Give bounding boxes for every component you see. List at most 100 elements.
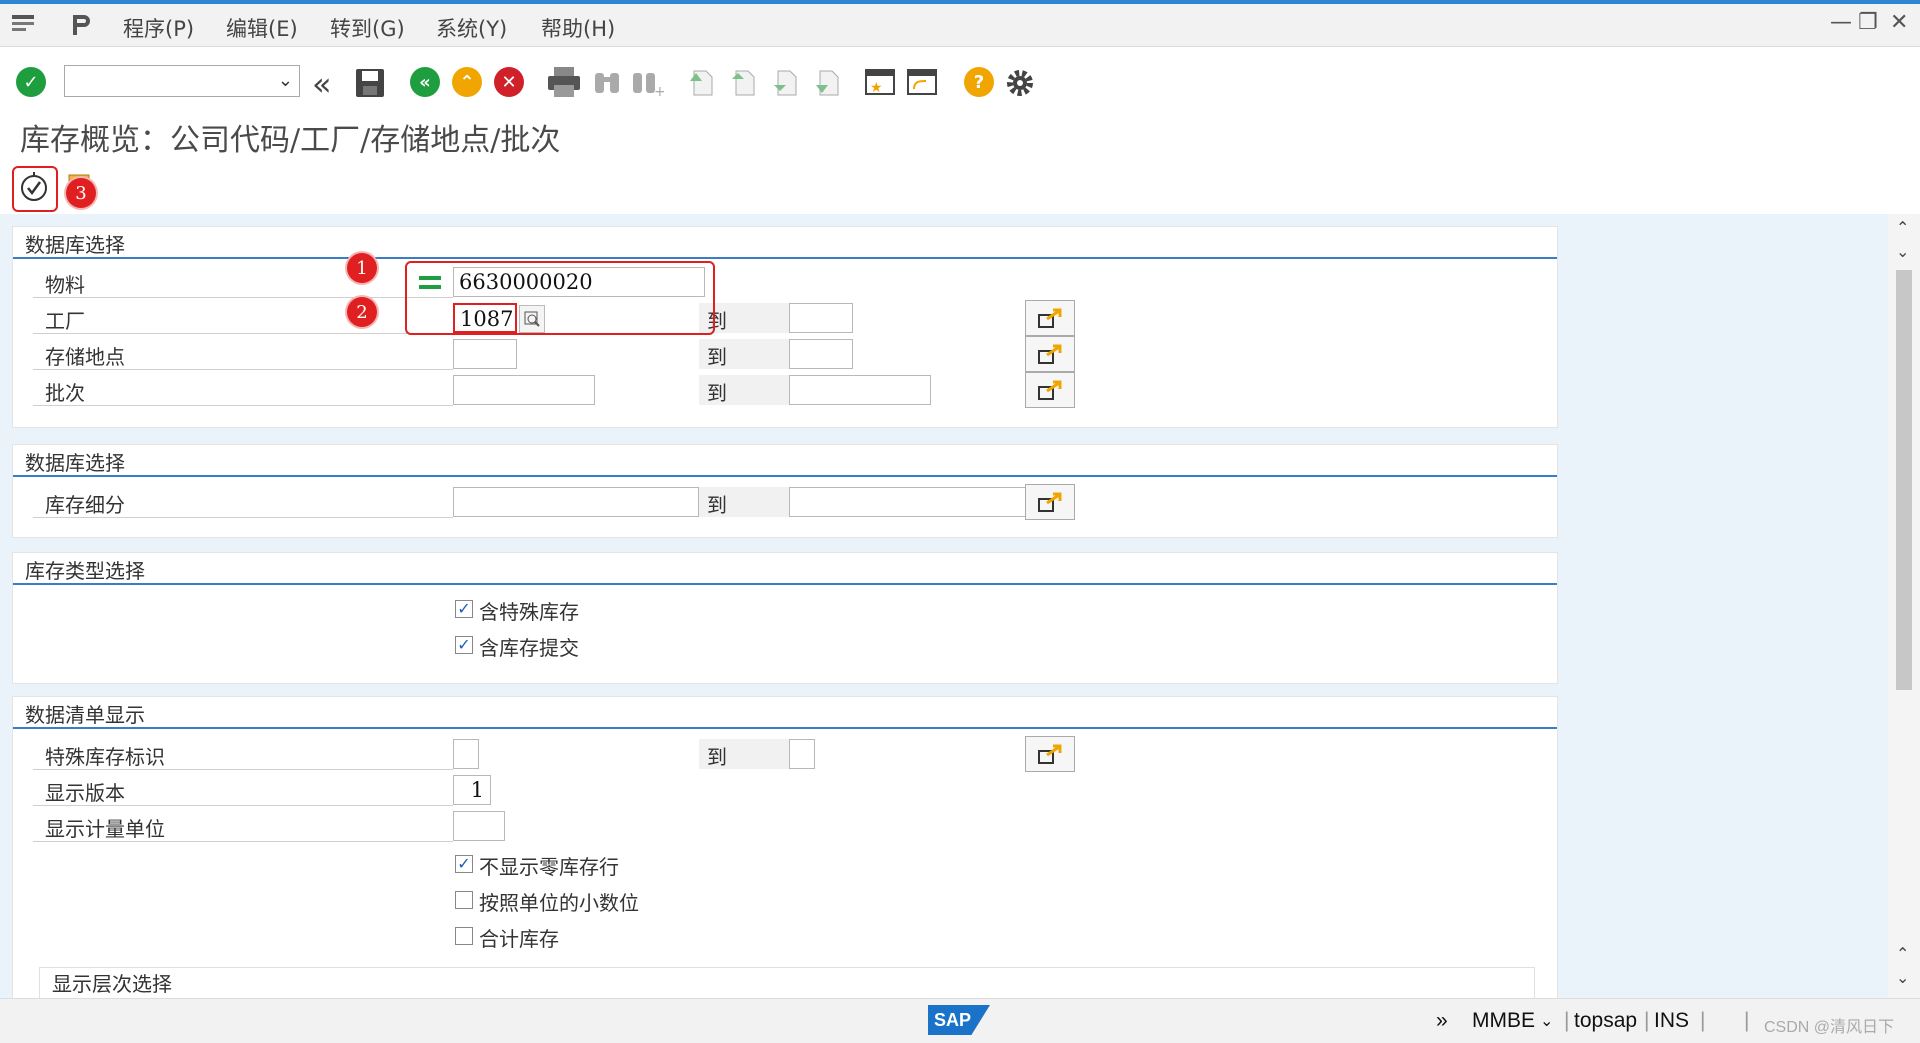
multiple-selection-button[interactable]	[1025, 736, 1075, 772]
back-nav-icon[interactable]: «	[312, 65, 332, 103]
back-icon[interactable]: «	[410, 67, 440, 97]
scroll-down-icon[interactable]: ⌄	[1896, 968, 1909, 987]
row-divider	[33, 769, 453, 770]
save-icon[interactable]	[354, 67, 386, 99]
checkbox-unit-decimals[interactable]	[455, 891, 473, 909]
menu-system[interactable]: 系统(Y)	[436, 13, 507, 43]
panel-stock-type-selection: 库存类型选择 ✓ 含特殊库存 ✓ 含库存提交	[12, 552, 1558, 684]
subpanel-title: 显示层次选择	[52, 972, 172, 996]
checkbox-committed-stock-label: 含库存提交	[479, 636, 579, 660]
checkbox-special-stock-label: 含特殊库存	[479, 600, 579, 624]
checkbox-total-stock[interactable]	[455, 927, 473, 945]
vertical-scrollbar[interactable]: ⌃ ⌄ ⌃ ⌄	[1888, 214, 1920, 998]
display-unit-input[interactable]	[453, 811, 505, 841]
row-divider	[33, 369, 453, 370]
stock-segment-low-input[interactable]	[453, 487, 699, 517]
enter-icon[interactable]: ✓	[16, 67, 46, 97]
chevron-down-icon[interactable]: ⌄	[1540, 1011, 1553, 1031]
multiple-selection-button[interactable]	[1025, 336, 1075, 372]
command-field[interactable]: ⌄	[64, 65, 300, 97]
panel-database-selection: 数据库选择 物料 6630000020 工厂 1087 到 存储地点 到 批次 …	[12, 226, 1558, 428]
panel-title: 库存类型选择	[25, 559, 145, 583]
storage-location-low-input[interactable]	[453, 339, 517, 369]
expand-status-icon[interactable]: »	[1436, 1009, 1448, 1033]
status-divider: |	[1700, 1009, 1706, 1032]
page-title: 库存概览：公司代码/工厂/存储地点/批次	[20, 123, 561, 158]
special-stock-indicator-high-input[interactable]	[789, 739, 815, 769]
to-label: 到	[707, 745, 727, 769]
row-divider	[33, 297, 453, 298]
chevron-down-icon[interactable]: ⌄	[278, 70, 293, 91]
label-stock-segment: 库存细分	[45, 493, 125, 517]
menu-edit[interactable]: 编辑(E)	[226, 13, 298, 43]
csdn-watermark: CSDN @清风日下	[1764, 1019, 1895, 1036]
row-divider	[33, 841, 453, 842]
checkbox-hide-zero-stock-label: 不显示零库存行	[479, 855, 619, 879]
checkbox-committed-stock[interactable]: ✓	[455, 636, 473, 654]
annotation-highlight-execute	[12, 166, 58, 212]
menu-program[interactable]: 程序(P)	[123, 13, 194, 43]
annotation-badge-3: 3	[66, 178, 96, 208]
checkbox-unit-decimals-label: 按照单位的小数位	[479, 891, 639, 915]
find-next-icon[interactable]: +	[630, 67, 664, 97]
panel-rule	[13, 257, 1557, 259]
panel-rule	[13, 475, 1557, 477]
find-icon[interactable]	[592, 67, 622, 97]
exit-icon[interactable]: ⌃	[452, 67, 482, 97]
close-icon[interactable]: ✕	[1890, 10, 1908, 35]
print-icon[interactable]	[546, 65, 582, 99]
to-label: 到	[707, 381, 727, 405]
checkbox-special-stock[interactable]: ✓	[455, 600, 473, 618]
last-page-icon[interactable]	[812, 67, 842, 97]
multiple-selection-button[interactable]	[1025, 300, 1075, 336]
svg-text:★: ★	[870, 80, 883, 96]
label-batch: 批次	[45, 381, 85, 405]
panel-title: 数据清单显示	[25, 703, 145, 727]
application-toolbar: 3	[0, 160, 1912, 215]
label-material: 物料	[45, 273, 85, 297]
subpanel-hierarchy-selection: 显示层次选择	[39, 967, 1535, 998]
special-stock-indicator-low-input[interactable]	[453, 739, 479, 769]
to-label: 到	[707, 493, 727, 517]
checkbox-hide-zero-stock[interactable]: ✓	[455, 855, 473, 873]
scroll-up-icon[interactable]: ⌃	[1896, 944, 1909, 963]
sap-logo: SAP	[928, 1005, 990, 1035]
multiple-selection-button[interactable]	[1025, 484, 1075, 520]
insert-mode: INS	[1654, 1009, 1690, 1032]
minimize-icon[interactable]: —	[1830, 10, 1852, 35]
previous-page-icon[interactable]	[728, 67, 758, 97]
next-page-icon[interactable]	[770, 67, 800, 97]
settings-icon[interactable]	[1004, 67, 1036, 99]
storage-location-high-input[interactable]	[789, 339, 853, 369]
help-icon[interactable]: ?	[964, 67, 994, 97]
label-special-stock-indicator: 特殊库存标识	[45, 745, 165, 769]
to-label: 到	[707, 345, 727, 369]
menu-icon[interactable]	[10, 12, 36, 40]
plant-high-input[interactable]	[789, 303, 853, 333]
first-page-icon[interactable]	[686, 67, 716, 97]
menu-goto[interactable]: 转到(G)	[330, 13, 405, 43]
panel-list-display: 数据清单显示 特殊库存标识 到 显示版本 1 显示计量单位 ✓ 不显示零库存行 …	[12, 696, 1558, 998]
panel-rule	[13, 583, 1557, 585]
cancel-icon[interactable]: ✕	[494, 67, 524, 97]
batch-high-input[interactable]	[789, 375, 931, 405]
scroll-up-icon[interactable]: ⌃	[1896, 218, 1909, 237]
label-display-unit: 显示计量单位	[45, 817, 165, 841]
menu-help[interactable]: 帮助(H)	[541, 13, 615, 43]
stock-segment-high-input[interactable]	[789, 487, 1035, 517]
system-logo-icon[interactable]	[68, 12, 94, 42]
shortcut-icon[interactable]	[906, 67, 938, 97]
new-session-icon[interactable]: ★	[864, 67, 896, 97]
row-divider	[33, 805, 453, 806]
display-version-input[interactable]: 1	[453, 775, 491, 805]
row-divider	[33, 517, 453, 518]
scroll-down-icon[interactable]: ⌄	[1896, 242, 1909, 261]
scroll-thumb[interactable]	[1896, 270, 1912, 690]
batch-low-input[interactable]	[453, 375, 595, 405]
menu-bar: 程序(P) 编辑(E) 转到(G) 系统(Y) 帮助(H) — ❐ ✕	[0, 4, 1920, 47]
maximize-icon[interactable]: ❐	[1858, 10, 1878, 35]
row-divider	[33, 405, 453, 406]
transaction-code[interactable]: MMBE	[1472, 1009, 1535, 1033]
selection-screen: 数据库选择 物料 6630000020 工厂 1087 到 存储地点 到 批次 …	[0, 214, 1888, 998]
multiple-selection-button[interactable]	[1025, 372, 1075, 408]
